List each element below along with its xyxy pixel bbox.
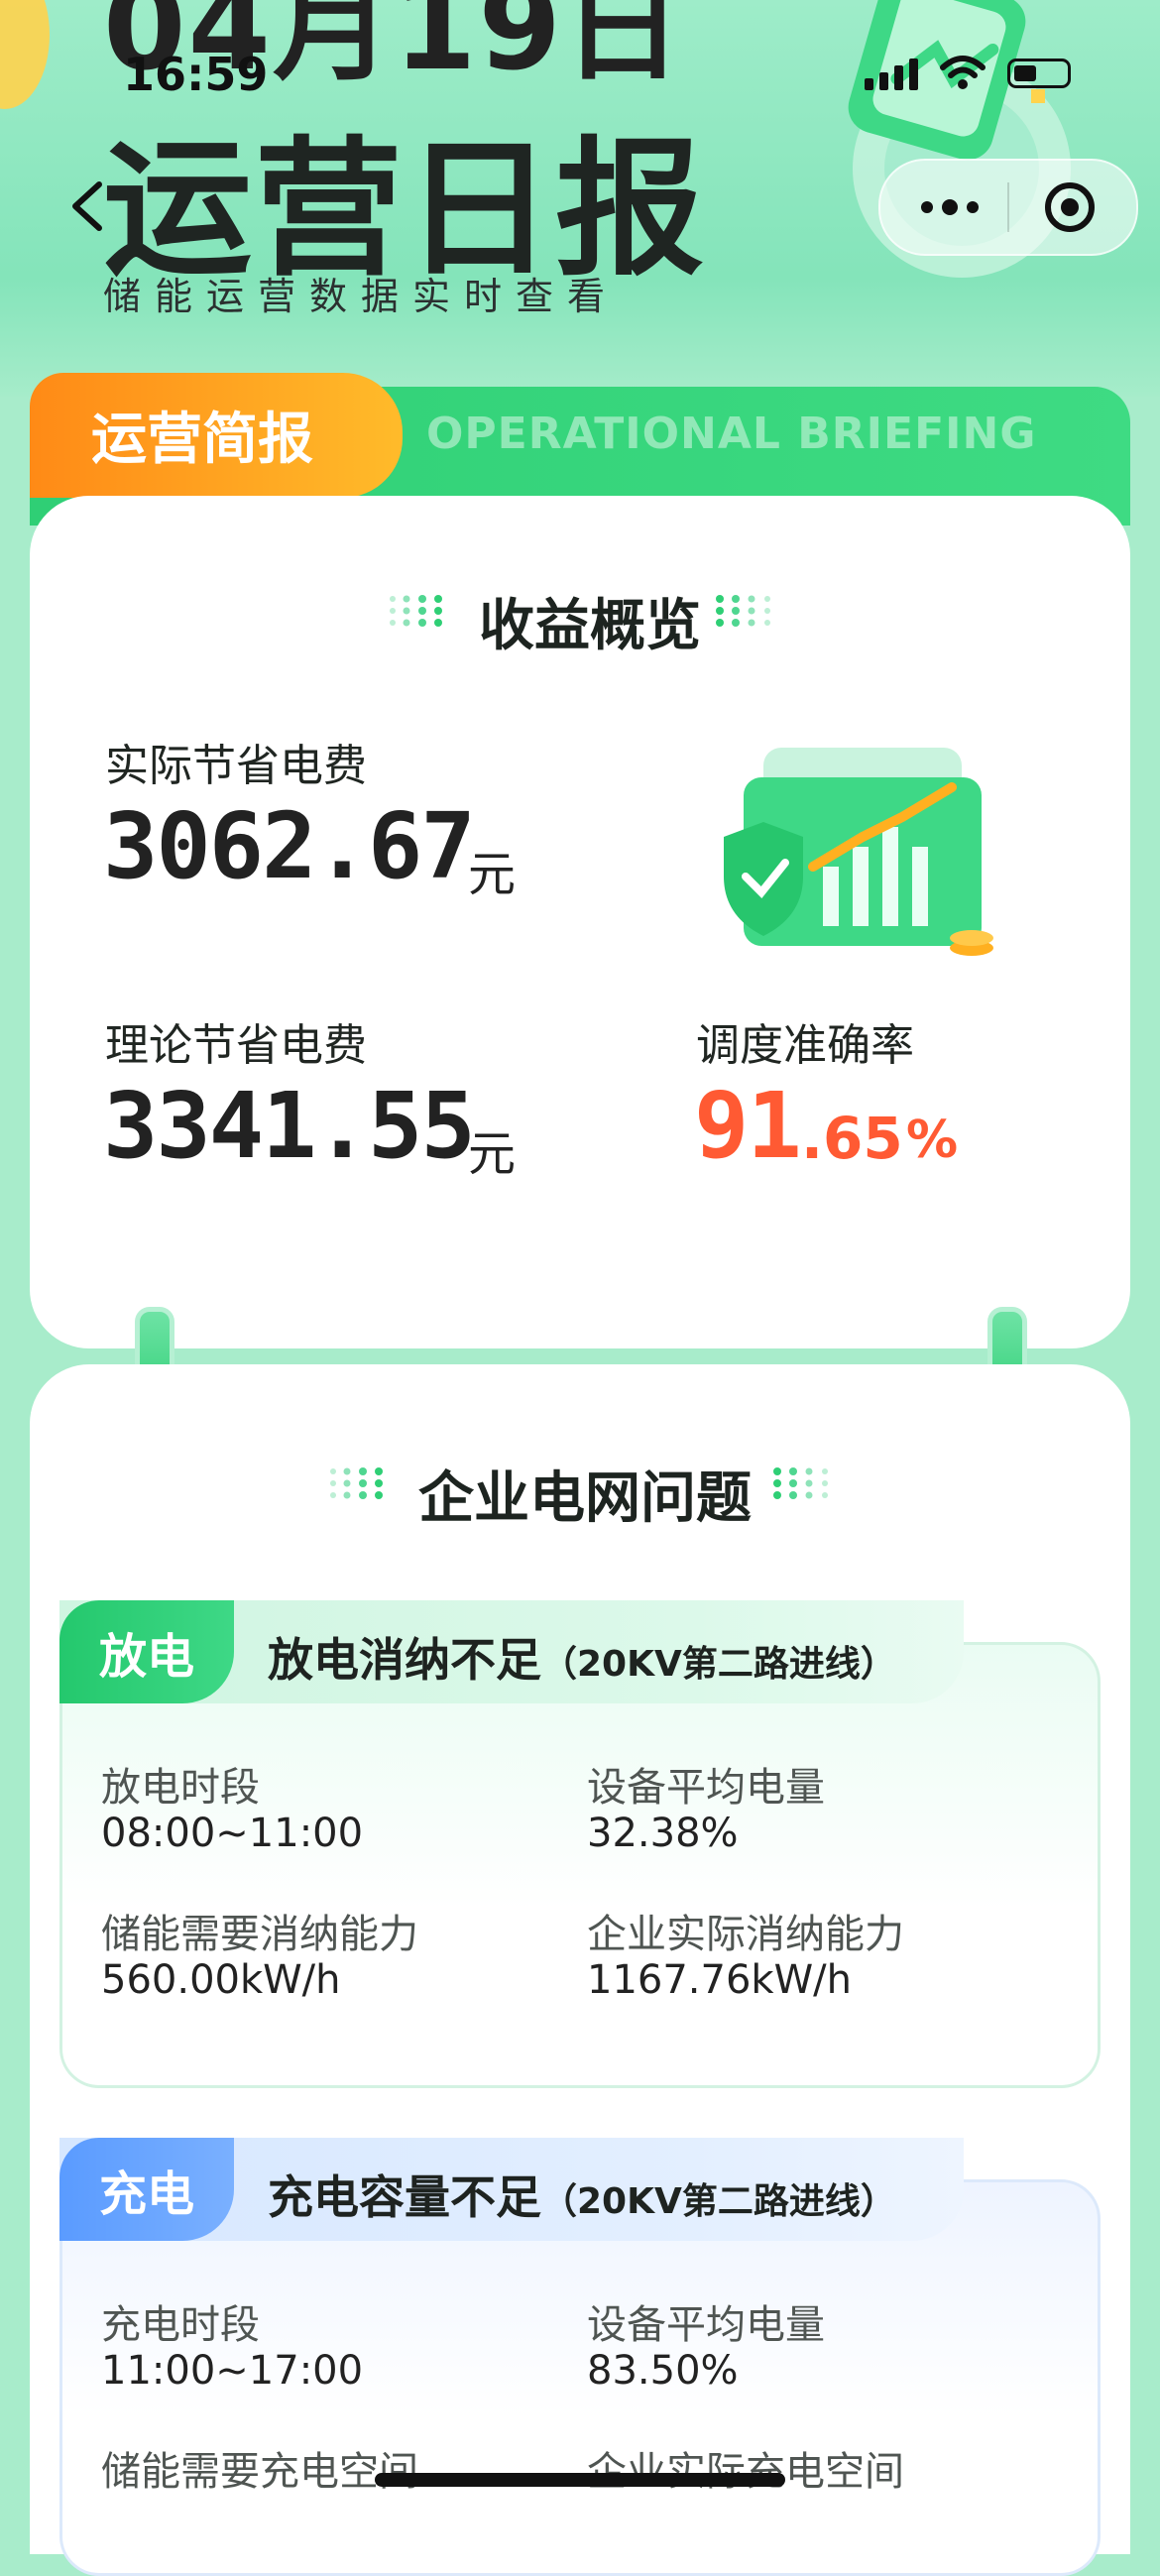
battery-icon — [1007, 59, 1071, 88]
back-arrow-icon[interactable] — [59, 176, 119, 236]
capsule-divider — [1007, 182, 1009, 232]
title-dots-right — [773, 1467, 828, 1499]
field-label: 企业实际充电空间 — [587, 2449, 904, 2495]
actual-saving-unit: 元 — [468, 847, 517, 902]
title-dots-left — [330, 1467, 383, 1499]
page-subtitle: 储能运营数据实时查看 — [103, 275, 620, 318]
field-label: 放电时段 — [101, 1765, 260, 1811]
revenue-title: 收益概览 — [479, 594, 701, 658]
field-label: 充电时段 — [101, 2302, 260, 2348]
wifi-icon — [940, 56, 986, 89]
actual-saving-label: 实际节省电费 — [105, 741, 367, 791]
decorative-blob — [0, 0, 50, 109]
field-label: 设备平均电量 — [587, 1765, 825, 1811]
more-icon[interactable] — [910, 182, 989, 232]
field-value: 08:00~11:00 — [101, 1811, 364, 1856]
theoretical-saving-unit: 元 — [468, 1126, 517, 1182]
title-dots-right — [716, 595, 770, 627]
field-value: 83.50% — [587, 2348, 739, 2394]
briefing-english-label: OPERATIONAL BRIEFING — [426, 409, 1037, 459]
field-value: 1167.76kW/h — [587, 1957, 852, 2003]
field-value: 11:00~17:00 — [101, 2348, 364, 2394]
miniprogram-capsule — [878, 159, 1138, 256]
revenue-card: 收益概览 实际节省电费 3062.67 元 理论节省电费 3341.55 元 调… — [30, 496, 1130, 1348]
issue-title-sub: （20KV第二路进线） — [541, 1644, 896, 1685]
issue-title-discharge: 放电消纳不足（20KV第二路进线） — [268, 1624, 896, 1690]
charge-badge: 充电 — [59, 2138, 234, 2241]
theoretical-saving-value: 3341.55 — [103, 1073, 476, 1179]
issue-title-text: 放电消纳不足 — [268, 1633, 541, 1687]
status-icons — [865, 56, 1071, 91]
field-value: 32.38% — [587, 1811, 739, 1856]
discharge-badge: 放电 — [59, 1600, 234, 1703]
issue-title-sub: （20KV第二路进线） — [541, 2181, 896, 2222]
field-label: 设备平均电量 — [587, 2302, 825, 2348]
issue-card-discharge — [59, 1642, 1101, 2088]
issue-title-text: 充电容量不足 — [268, 2170, 541, 2224]
field-label: 企业实际消纳能力 — [587, 1912, 904, 1957]
status-time: 16:59 — [123, 48, 269, 101]
accuracy-label: 调度准确率 — [696, 1020, 914, 1071]
briefing-tab-label: 运营简报 — [91, 408, 313, 472]
grid-issues-title: 企业电网问题 — [418, 1466, 752, 1531]
accuracy-value-dec: .65 — [801, 1105, 903, 1172]
issue-title-charge: 充电容量不足（20KV第二路进线） — [268, 2162, 896, 2227]
field-label: 储能需要充电空间 — [101, 2449, 418, 2495]
field-value: 560.00kW/h — [101, 1957, 341, 2003]
close-target-icon[interactable] — [1043, 180, 1097, 234]
actual-saving-value: 3062.67 — [103, 793, 476, 899]
accuracy-percent: % — [906, 1111, 959, 1170]
theoretical-saving-label: 理论节省电费 — [105, 1020, 367, 1071]
cellular-signal-icon — [865, 57, 918, 90]
field-label: 储能需要消纳能力 — [101, 1912, 418, 1957]
accuracy-value-int: 91 — [694, 1073, 802, 1179]
home-indicator[interactable] — [375, 2473, 785, 2487]
chart-shield-illustration — [724, 748, 993, 956]
title-dots-left — [390, 595, 442, 627]
